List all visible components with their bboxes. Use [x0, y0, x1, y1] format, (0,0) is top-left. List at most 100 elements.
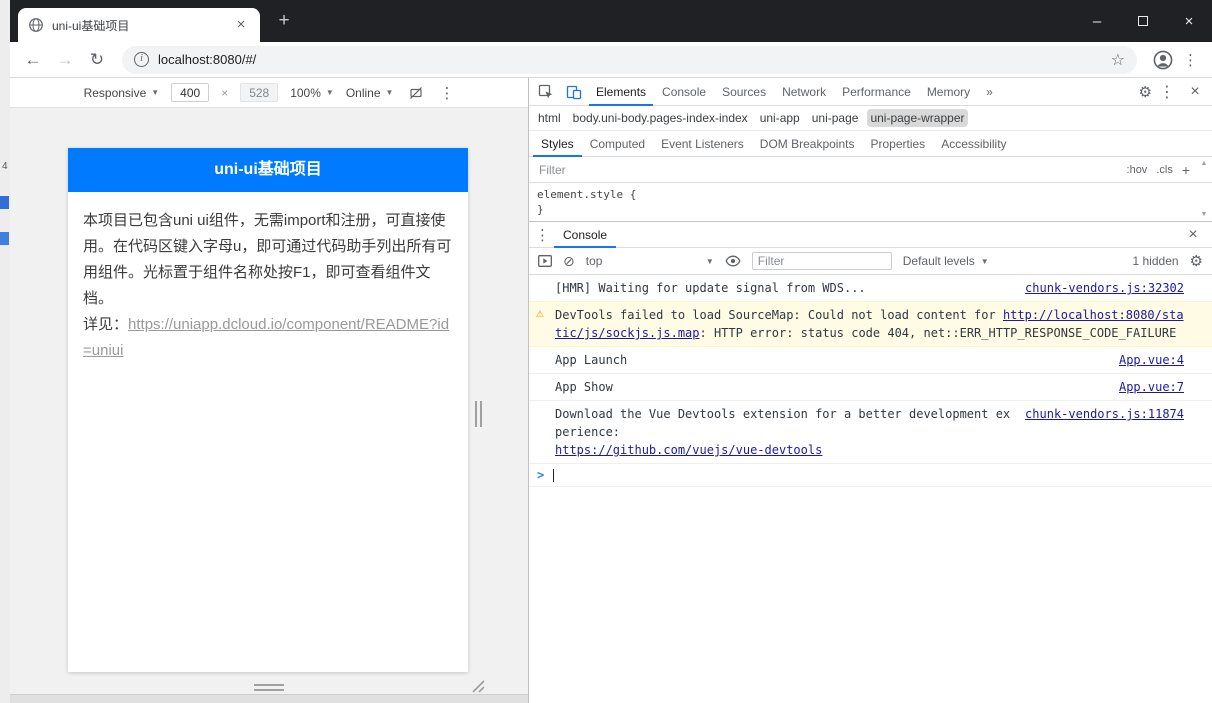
new-style-rule-button[interactable]: + — [1182, 162, 1190, 178]
tab-properties[interactable]: Properties — [862, 131, 933, 157]
crumb-uni-app[interactable]: uni-app — [757, 109, 803, 127]
console-prompt-input[interactable]: > — [529, 464, 1212, 487]
zoom-select[interactable]: 100% ▼ — [290, 86, 334, 100]
tab-styles[interactable]: Styles — [533, 131, 582, 157]
back-button[interactable]: ← — [18, 46, 48, 74]
desktop-icon-label: 4 — [2, 161, 8, 172]
execution-context-select[interactable]: top ▼ — [586, 254, 714, 268]
drawer-menu-icon[interactable]: ⋮ — [535, 226, 550, 244]
tab-computed[interactable]: Computed — [582, 131, 653, 157]
console-sidebar-toggle-icon[interactable] — [538, 255, 552, 267]
styles-scrollbar[interactable]: ▲ ▼ — [1198, 160, 1210, 218]
console-message: Download the Vue Devtools extension for … — [529, 401, 1212, 464]
device-toolbar-menu-icon[interactable]: ⋮ — [439, 84, 454, 102]
tab-console[interactable]: Console — [655, 78, 713, 106]
console-drawer: ⋮ Console × ⊘ top ▼ Filter Default level… — [529, 221, 1212, 703]
chevron-down-icon: ▼ — [151, 88, 160, 97]
cls-button[interactable]: .cls — [1156, 164, 1173, 176]
scroll-up-icon[interactable]: ▲ — [1201, 160, 1208, 167]
drawer-close-icon[interactable]: × — [1180, 222, 1206, 248]
inspect-icon[interactable] — [533, 79, 559, 105]
context-value: top — [585, 254, 603, 268]
message-text: App Show — [555, 380, 613, 394]
tab-performance[interactable]: Performance — [835, 78, 918, 106]
styles-pane: :hov .cls + element.style { } ▲ ▼ — [529, 157, 1212, 221]
desktop-icon — [0, 196, 9, 209]
console-filter-input[interactable] — [751, 252, 892, 270]
crumb-body[interactable]: body.uni-body.pages-index-index — [570, 109, 751, 127]
see-label: 详见： — [83, 316, 129, 333]
tab-sources[interactable]: Sources — [715, 78, 773, 106]
resize-handle-right[interactable] — [475, 401, 482, 427]
warning-text: : HTTP error: status code 404, — [699, 326, 924, 340]
element-style-close: } — [537, 203, 544, 216]
hov-button[interactable]: :hov — [1127, 164, 1148, 176]
breadcrumb: html body.uni-body.pages-index-index uni… — [529, 106, 1212, 131]
device-pane: Responsive ▼ × 100% ▼ Online ▼ ⋮ — [10, 78, 528, 703]
close-button[interactable]: × — [1166, 0, 1212, 42]
scroll-down-icon[interactable]: ▼ — [1201, 211, 1208, 218]
source-link[interactable]: App.vue:7 — [1119, 378, 1184, 396]
browser-window: uni-ui基础项目 × + – × ← → ↻ i localhost:808… — [10, 0, 1212, 703]
browser-menu-icon[interactable]: ⋮ — [1183, 51, 1198, 69]
url-bar[interactable]: i localhost:8080/#/ ☆ — [122, 45, 1137, 74]
source-link[interactable]: chunk-vendors.js:11874 — [1025, 405, 1184, 423]
device-height-input[interactable] — [240, 83, 279, 102]
bookmark-star-icon[interactable]: ☆ — [1111, 50, 1125, 70]
desktop-icon — [0, 232, 9, 245]
hidden-count[interactable]: 1 hidden — [1133, 254, 1179, 268]
maximize-button[interactable] — [1120, 0, 1166, 42]
window-controls: – × — [1074, 0, 1212, 42]
crumb-uni-page-wrapper[interactable]: uni-page-wrapper — [867, 109, 968, 127]
tab-network[interactable]: Network — [775, 78, 833, 106]
live-expression-eye-icon[interactable] — [725, 255, 741, 267]
styles-sidebar-tabs: Styles Computed Event Listeners DOM Brea… — [529, 131, 1212, 157]
resize-handle-corner[interactable] — [468, 676, 486, 694]
device-width-input[interactable] — [171, 83, 210, 102]
vue-devtools-url-link[interactable]: https://github.com/vuejs/vue-devtools — [555, 441, 1011, 459]
toolbar-right: ⋮ — [1147, 50, 1204, 70]
warning-icon: ⚠ — [536, 306, 544, 321]
tab-dom-breakpoints[interactable]: DOM Breakpoints — [752, 131, 863, 157]
profile-avatar-icon[interactable] — [1153, 50, 1173, 70]
styles-filter-input[interactable] — [537, 161, 1117, 178]
crumb-uni-page[interactable]: uni-page — [809, 109, 862, 127]
crumb-html[interactable]: html — [535, 109, 564, 127]
devtools-close-icon[interactable]: × — [1182, 79, 1208, 105]
page-body: 本项目已包含uni ui组件，无需import和注册，可直接使用。在代码区键入字… — [68, 192, 468, 380]
browser-tab[interactable]: uni-ui基础项目 × — [18, 8, 260, 42]
devtools-menu-icon[interactable]: ⋮ — [1154, 79, 1180, 105]
forward-button[interactable]: → — [50, 46, 80, 74]
tab-console-drawer[interactable]: Console — [554, 222, 616, 248]
info-icon[interactable]: i — [134, 52, 149, 67]
source-link[interactable]: App.vue:4 — [1119, 351, 1184, 369]
throttling-select[interactable]: Online ▼ — [346, 86, 394, 100]
device-toolbar-toggle-icon[interactable] — [561, 79, 587, 105]
device-type-select[interactable]: Responsive ▼ — [84, 86, 160, 100]
devtools-panel: Elements Console Sources Network Perform… — [528, 78, 1212, 703]
settings-gear-icon[interactable]: ⚙ — [1139, 83, 1152, 101]
resize-handle-bottom[interactable] — [254, 684, 284, 691]
console-settings-gear-icon[interactable]: ⚙ — [1190, 252, 1203, 270]
tab-event-listeners[interactable]: Event Listeners — [653, 131, 752, 157]
source-link[interactable]: chunk-vendors.js:32302 — [1025, 279, 1184, 297]
tab-title: uni-ui基础项目 — [52, 18, 130, 33]
desktop-edge: 4 — [0, 0, 10, 703]
rotate-icon[interactable] — [405, 82, 427, 104]
tab-memory[interactable]: Memory — [920, 78, 977, 106]
readme-link[interactable]: https://uniapp.dcloud.io/component/READM… — [83, 316, 449, 359]
tab-accessibility[interactable]: Accessibility — [933, 131, 1014, 157]
horizontal-scrollbar[interactable] — [10, 694, 528, 703]
minimize-button[interactable]: – — [1074, 0, 1120, 42]
reload-button[interactable]: ↻ — [82, 46, 112, 74]
console-message: App Show App.vue:7 — [529, 374, 1212, 401]
message-text: DevTools failed to load SourceMap: Could… — [555, 306, 1184, 342]
clear-console-icon[interactable]: ⊘ — [563, 253, 575, 270]
more-tabs-icon[interactable]: » — [979, 78, 1000, 106]
tab-close-icon[interactable]: × — [232, 16, 250, 34]
throttling-value: Online — [345, 85, 381, 100]
message-text: [HMR] Waiting for update signal from WDS… — [555, 281, 866, 295]
log-levels-select[interactable]: Default levels ▼ — [903, 254, 989, 268]
new-tab-button[interactable]: + — [270, 10, 298, 34]
tab-elements[interactable]: Elements — [589, 78, 653, 106]
